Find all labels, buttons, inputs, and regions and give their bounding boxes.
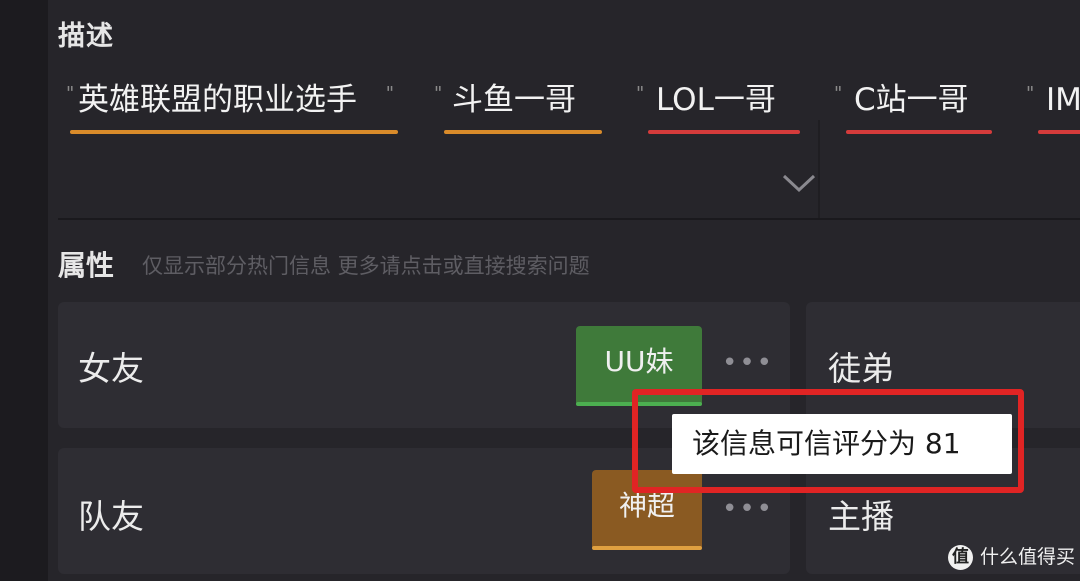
tag-lol-top[interactable]: " LOL一哥	[636, 78, 800, 134]
section-divider	[58, 218, 1080, 220]
tag-underline	[1038, 130, 1080, 134]
tag-underline	[70, 130, 398, 134]
attributes-hint: 仅显示部分热门信息 更多请点击或直接搜索问题	[142, 254, 590, 278]
attribute-label: 徒弟	[828, 349, 894, 388]
attribute-label: 主播	[828, 497, 894, 536]
highlight-box	[632, 389, 1024, 493]
watermark-logo-icon: 值	[948, 545, 973, 570]
tag-im[interactable]: " IM	[1026, 78, 1080, 134]
divider-vertical	[818, 120, 820, 218]
more-icon[interactable]: •••	[722, 348, 774, 378]
tag-c-site-top[interactable]: " C站一哥	[834, 78, 992, 134]
tag-lol-pro-player[interactable]: " 英雄联盟的职业选手 "	[66, 78, 398, 134]
description-heading: 描述	[58, 21, 114, 52]
more-icon[interactable]: •••	[722, 494, 774, 524]
tag-underline	[648, 130, 800, 134]
watermark-text: 什么值得买	[980, 546, 1076, 568]
chevron-down-icon[interactable]	[780, 172, 818, 194]
attribute-label: 女友	[78, 349, 144, 388]
tag-underline	[444, 130, 602, 134]
tag-douyu-top[interactable]: " 斗鱼一哥	[434, 78, 602, 134]
attributes-heading: 属性	[58, 249, 115, 282]
tag-underline	[846, 130, 992, 134]
attribute-label: 队友	[78, 497, 144, 536]
